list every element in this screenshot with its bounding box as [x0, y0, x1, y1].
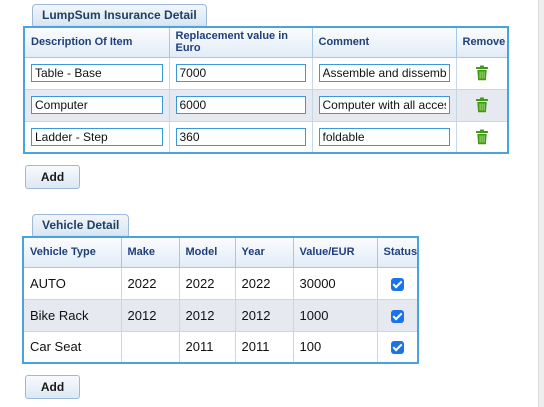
- trash-icon[interactable]: [475, 97, 489, 113]
- comment-input[interactable]: [318, 64, 450, 82]
- vehicle-header-row: Vehicle Type Make Model Year Value/EUR S…: [22, 236, 419, 268]
- description-input[interactable]: [31, 64, 163, 82]
- column-header-replacement-value: Replacement value in Euro: [168, 26, 313, 58]
- table-row: [23, 56, 509, 90]
- model-cell: 2011: [178, 330, 236, 364]
- column-header-model: Model: [178, 236, 236, 268]
- description-input[interactable]: [31, 96, 163, 114]
- column-header-comment: Comment: [311, 26, 457, 58]
- year-cell: 2022: [234, 266, 294, 300]
- table-row: Bike Rack 2012 2012 2012 1000: [22, 298, 419, 332]
- replacement-value-input[interactable]: [175, 96, 306, 114]
- make-cell: [120, 330, 180, 364]
- year-cell: 2011: [234, 330, 294, 364]
- column-header-description: Description Of Item: [23, 26, 170, 58]
- status-checkbox[interactable]: [390, 309, 404, 323]
- trash-icon[interactable]: [475, 129, 489, 145]
- value-cell: 30000: [292, 266, 378, 300]
- status-checkbox[interactable]: [390, 341, 404, 355]
- table-row: Car Seat 2011 2011 100: [22, 330, 419, 364]
- scrollbar-track[interactable]: [538, 0, 544, 407]
- status-checkbox[interactable]: [390, 277, 404, 291]
- replacement-value-input[interactable]: [175, 64, 306, 82]
- year-cell: 2012: [234, 298, 294, 332]
- description-input[interactable]: [31, 127, 163, 146]
- page: LumpSum Insurance Detail Description Of …: [0, 0, 544, 407]
- comment-input[interactable]: [318, 96, 450, 114]
- model-cell: 2012: [178, 298, 236, 332]
- column-header-remove: Remove: [455, 26, 509, 58]
- add-vehicle-button[interactable]: Add: [25, 375, 80, 399]
- table-row: [23, 120, 509, 154]
- value-cell: 100: [292, 330, 378, 364]
- value-cell: 1000: [292, 298, 378, 332]
- vehicle-type-cell: AUTO: [22, 266, 122, 300]
- lumpsum-header-row: Description Of Item Replacement value in…: [23, 26, 509, 58]
- table-row: [23, 88, 509, 122]
- vehicle-type-cell: Bike Rack: [22, 298, 122, 332]
- vehicle-table: Vehicle Type Make Model Year Value/EUR S…: [22, 236, 419, 364]
- replacement-value-input[interactable]: [175, 127, 306, 146]
- make-cell: 2012: [120, 298, 180, 332]
- make-cell: 2022: [120, 266, 180, 300]
- vehicle-section-tab[interactable]: Vehicle Detail: [32, 214, 130, 236]
- column-header-status: Status: [376, 236, 419, 268]
- lumpsum-section-tab[interactable]: LumpSum Insurance Detail: [32, 4, 207, 26]
- column-header-make: Make: [120, 236, 180, 268]
- column-header-value-eur: Value/EUR: [292, 236, 378, 268]
- table-row: AUTO 2022 2022 2022 30000: [22, 266, 419, 300]
- vehicle-type-cell: Car Seat: [22, 330, 122, 364]
- model-cell: 2022: [178, 266, 236, 300]
- column-header-year: Year: [234, 236, 294, 268]
- trash-icon[interactable]: [475, 65, 489, 81]
- add-item-button[interactable]: Add: [25, 165, 80, 189]
- comment-input[interactable]: [318, 127, 450, 146]
- lumpsum-table: Description Of Item Replacement value in…: [23, 26, 509, 154]
- column-header-vehicle-type: Vehicle Type: [22, 236, 122, 268]
